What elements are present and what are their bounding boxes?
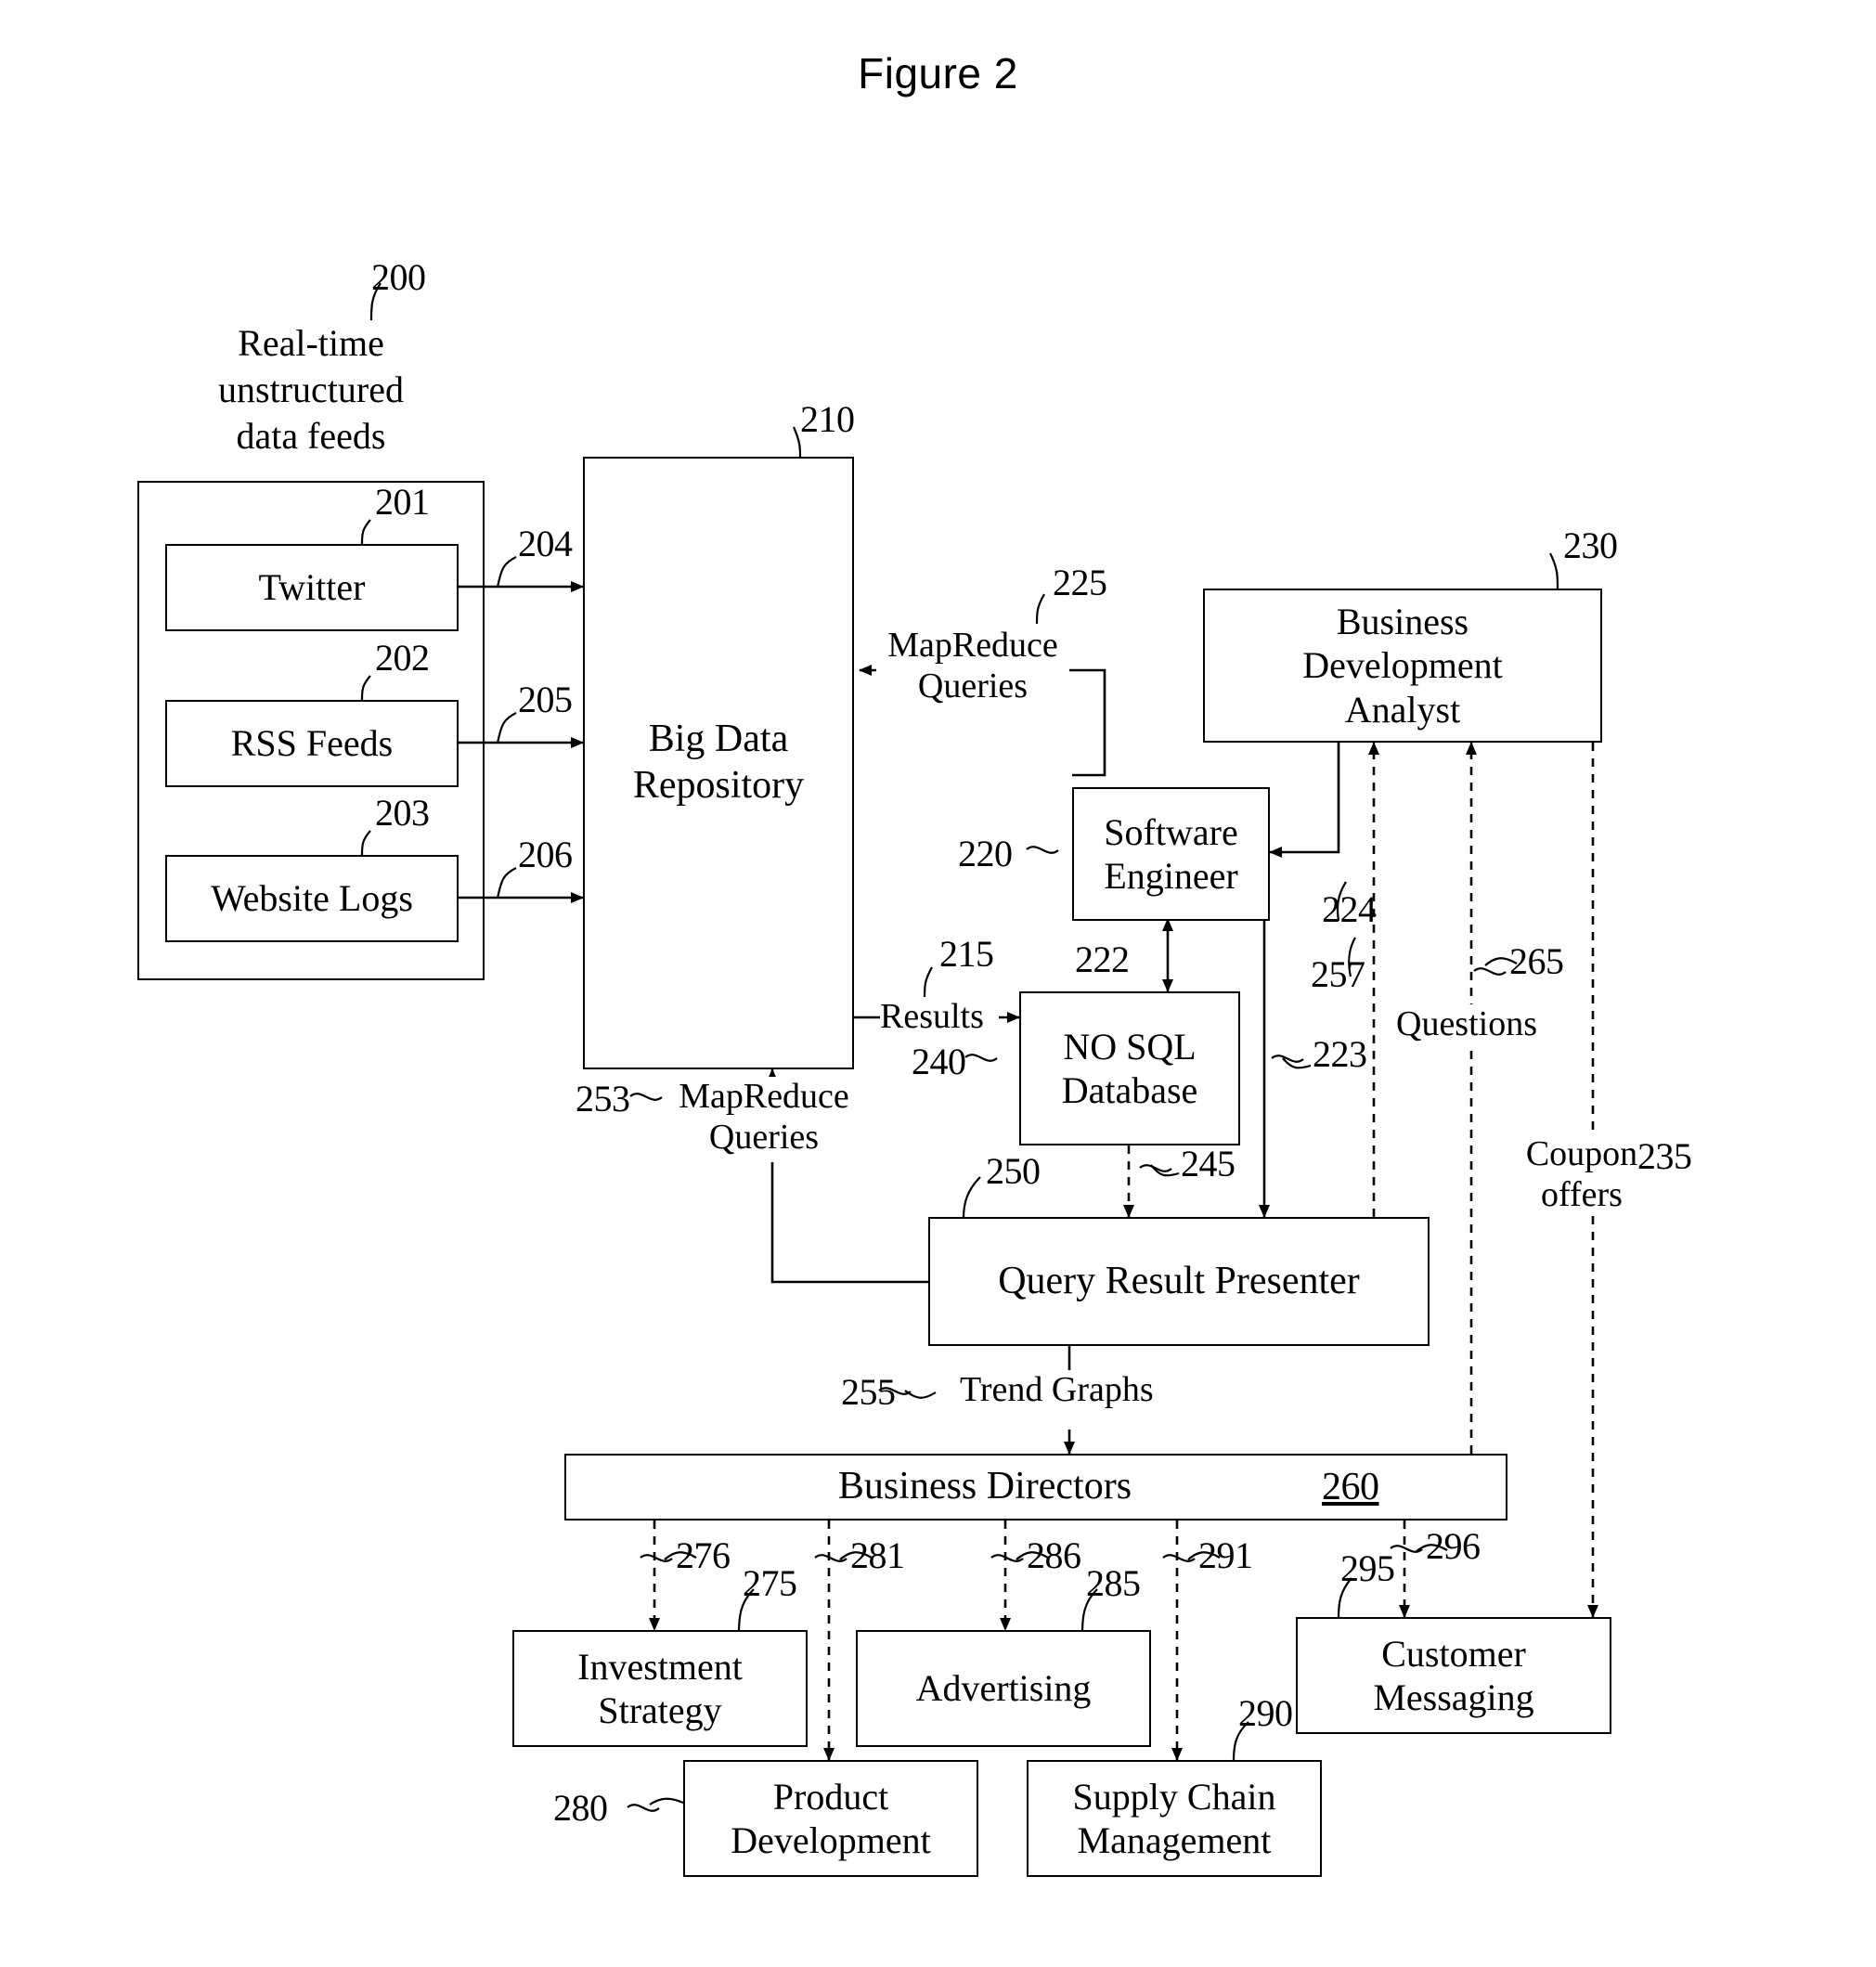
node-investment-strategy-label: Investment Strategy: [577, 1645, 743, 1731]
node-investment-strategy[interactable]: Investment Strategy: [512, 1630, 808, 1747]
ref-286: 286: [1027, 1534, 1081, 1576]
ref-210: 210: [800, 398, 855, 440]
page-title: Figure 2: [858, 49, 1018, 97]
ref-245: 245: [1181, 1143, 1236, 1184]
ref-203: 203: [375, 792, 430, 834]
node-product-development-label: Product Development: [731, 1775, 931, 1861]
ref-225: 225: [1053, 562, 1107, 603]
node-supply-chain-management-label: Supply Chain Management: [1072, 1775, 1276, 1861]
node-website-logs-label: Website Logs: [211, 877, 413, 920]
ref-276: 276: [676, 1534, 731, 1576]
edge-label-mapreduce-queries-225: MapReduce Queries: [876, 626, 1069, 707]
ref-290: 290: [1238, 1692, 1293, 1734]
edge-label-questions-265: Questions: [1396, 1004, 1537, 1045]
node-advertising[interactable]: Advertising: [856, 1630, 1151, 1747]
node-twitter[interactable]: Twitter: [165, 544, 459, 631]
feeds-title-line3: data feeds: [236, 415, 386, 457]
node-nosql-database-label: NO SQL Database: [1061, 1025, 1198, 1111]
ref-255: 255: [841, 1371, 896, 1413]
ref-202: 202: [375, 637, 430, 679]
node-business-development-analyst-label: Business Development Analyst: [1302, 601, 1503, 731]
ref-295: 295: [1340, 1547, 1395, 1589]
ref-201: 201: [375, 481, 430, 523]
node-supply-chain-management[interactable]: Supply Chain Management: [1027, 1760, 1322, 1877]
node-rss-feeds-label: RSS Feeds: [230, 722, 394, 765]
ref-220: 220: [958, 833, 1013, 874]
ref-204: 204: [518, 523, 573, 564]
node-business-development-analyst[interactable]: Business Development Analyst: [1203, 589, 1602, 743]
node-website-logs[interactable]: Website Logs: [165, 855, 459, 942]
ref-296: 296: [1426, 1525, 1481, 1567]
node-product-development[interactable]: Product Development: [683, 1760, 978, 1877]
node-software-engineer[interactable]: Software Engineer: [1072, 787, 1270, 921]
ref-205: 205: [518, 679, 573, 720]
node-query-result-presenter-label: Query Result Presenter: [998, 1259, 1360, 1302]
node-software-engineer-label: Software Engineer: [1104, 810, 1238, 897]
ref-215: 215: [939, 933, 994, 975]
patent-figure-page: Figure 2 Real-time unstructured data fee…: [0, 0, 1876, 1967]
ref-224: 224: [1322, 888, 1377, 930]
node-big-data-repository-label: Big Data Repository: [632, 718, 805, 807]
ref-200: 200: [371, 256, 426, 298]
node-rss-feeds[interactable]: RSS Feeds: [165, 700, 459, 787]
ref-223: 223: [1313, 1033, 1367, 1075]
ref-265: 265: [1509, 940, 1564, 982]
edge-label-coupon-offers-235: Coupon offers: [1517, 1134, 1647, 1216]
ref-240: 240: [912, 1041, 966, 1082]
ref-291: 291: [1198, 1534, 1253, 1576]
ref-230: 230: [1563, 524, 1618, 566]
ref-260: 260: [1322, 1466, 1379, 1508]
ref-280: 280: [553, 1787, 608, 1829]
feeds-title-line2: unstructured: [218, 369, 404, 410]
edge-label-results-215: Results: [880, 997, 984, 1038]
node-twitter-label: Twitter: [258, 566, 366, 609]
node-big-data-repository[interactable]: Big Data Repository: [583, 457, 854, 1069]
ref-235: 235: [1637, 1135, 1692, 1177]
ref-222: 222: [1075, 938, 1130, 980]
ref-275: 275: [743, 1562, 797, 1604]
ref-281: 281: [850, 1534, 905, 1576]
ref-253: 253: [576, 1078, 630, 1119]
node-advertising-label: Advertising: [915, 1667, 1092, 1710]
feeds-group-title: Real-time unstructured data feeds: [137, 320, 485, 459]
ref-206: 206: [518, 834, 573, 875]
node-business-directors-label: Business Directors: [837, 1465, 1132, 1508]
feeds-title-line1: Real-time: [238, 322, 384, 364]
ref-257: 257: [1311, 953, 1365, 995]
node-query-result-presenter[interactable]: Query Result Presenter: [928, 1217, 1430, 1346]
node-customer-messaging-label: Customer Messaging: [1373, 1632, 1534, 1718]
edge-label-trend-graphs-255: Trend Graphs: [960, 1370, 1154, 1411]
ref-285: 285: [1086, 1562, 1141, 1604]
ref-250: 250: [986, 1150, 1041, 1192]
edge-label-mapreduce-queries-253: MapReduce Queries: [666, 1077, 861, 1158]
node-customer-messaging[interactable]: Customer Messaging: [1296, 1617, 1611, 1734]
node-nosql-database[interactable]: NO SQL Database: [1019, 991, 1240, 1145]
